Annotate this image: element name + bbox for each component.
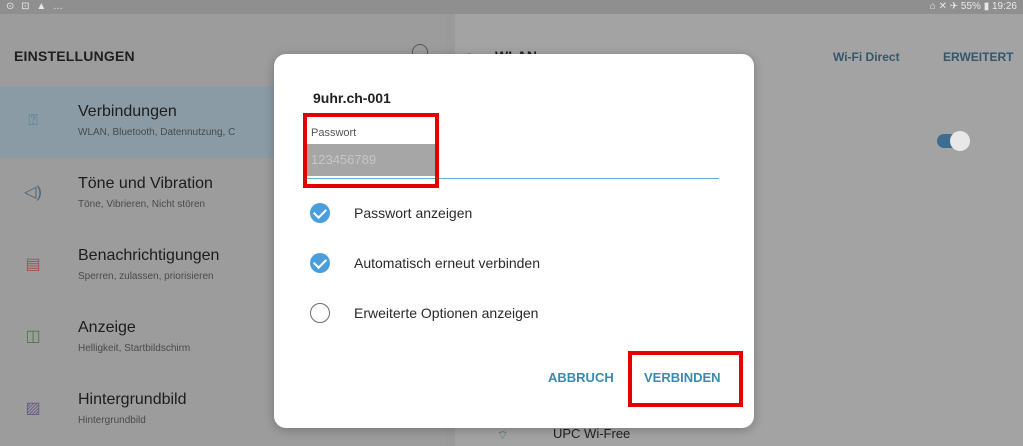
option-label: Erweiterte Optionen anzeigen <box>354 305 539 321</box>
toggle-knob <box>950 131 970 151</box>
notifications-icon: ▤ <box>25 256 41 273</box>
checkbox-checked-icon[interactable] <box>310 203 330 223</box>
sidebar-item-subtitle: Helligkeit, Startbildschirm <box>78 343 191 354</box>
connect-highlight-box <box>628 351 743 407</box>
sidebar-item-subtitle: Sperren, zulassen, priorisieren <box>78 271 214 282</box>
sidebar-item-subtitle: WLAN, Bluetooth, Datennutzung, C <box>78 127 236 138</box>
cancel-button[interactable]: ABBRUCH <box>548 370 614 385</box>
display-icon: ◫ <box>25 328 41 345</box>
option-auto-reconnect[interactable]: Automatisch erneut verbinden <box>310 252 610 276</box>
wlan-toggle[interactable] <box>937 131 970 151</box>
status-left-icons: ⊙ ⊡ ▲ … <box>6 1 65 12</box>
tablet-screen: ⊙ ⊡ ▲ … ⌂ ✕ ✈ 55% ▮ 19:26 EINSTELLUNGEN … <box>0 0 1023 446</box>
wifi-direct-link[interactable]: Wi-Fi Direct <box>833 50 900 64</box>
status-bar: ⊙ ⊡ ▲ … ⌂ ✕ ✈ 55% ▮ 19:26 <box>0 0 1023 14</box>
network-name[interactable]: UPC Wi-Free <box>553 426 630 441</box>
sidebar-item-title: Benachrichtigungen <box>78 247 220 264</box>
settings-title: EINSTELLUNGEN <box>14 48 135 64</box>
network-ssid-title: 9uhr.ch-001 <box>313 90 391 106</box>
option-show-password[interactable]: Passwort anzeigen <box>310 202 610 226</box>
option-advanced-options[interactable]: Erweiterte Optionen anzeigen <box>310 302 610 326</box>
checkbox-unchecked-icon[interactable] <box>310 303 330 323</box>
sidebar-item-subtitle: Hintergrundbild <box>78 415 146 426</box>
connections-icon: ⍰ <box>28 112 38 129</box>
wallpaper-icon: ▨ <box>25 400 41 417</box>
sidebar-item-title: Hintergrundbild <box>78 391 187 408</box>
password-highlight-box <box>303 113 439 188</box>
status-right-info: ⌂ ✕ ✈ 55% ▮ 19:26 <box>929 1 1017 12</box>
sidebar-item-title: Verbindungen <box>78 103 177 120</box>
sidebar-item-title: Anzeige <box>78 319 136 336</box>
checkbox-checked-icon[interactable] <box>310 253 330 273</box>
sidebar-item-subtitle: Töne, Vibrieren, Nicht stören <box>78 199 206 210</box>
speaker-icon: ◁) <box>24 184 42 201</box>
wifi-lock-icon: ⌔ <box>497 428 509 442</box>
sidebar-item-title: Töne und Vibration <box>78 175 213 192</box>
advanced-link[interactable]: ERWEITERT <box>943 50 1013 64</box>
option-label: Passwort anzeigen <box>354 205 473 221</box>
option-label: Automatisch erneut verbinden <box>354 255 540 271</box>
